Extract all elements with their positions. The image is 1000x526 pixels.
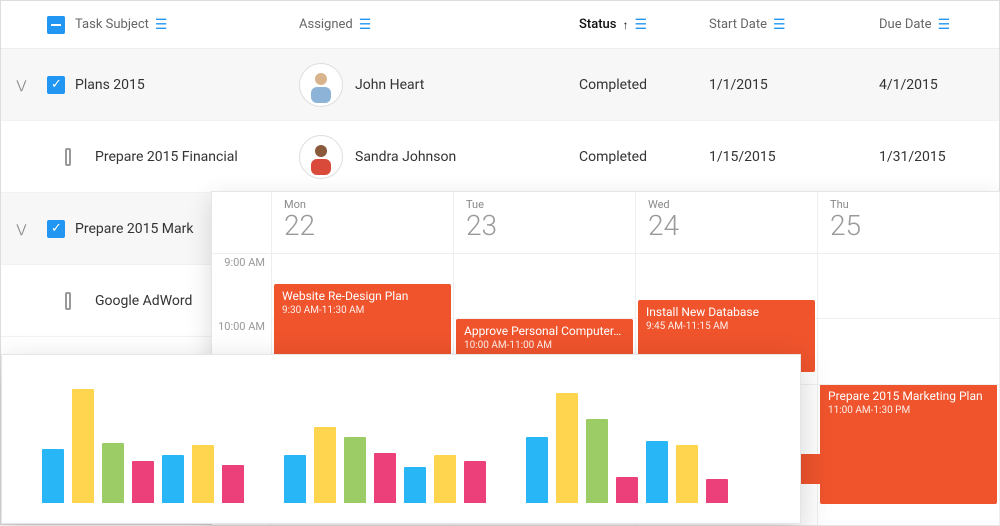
event-title: Prepare 2015 Marketing Plan <box>828 389 989 403</box>
assignee-name: John Heart <box>355 77 424 93</box>
due-date: 1/31/2015 <box>879 149 946 165</box>
chart-bar[interactable] <box>42 449 64 503</box>
chevron-down-icon[interactable]: ⋁ <box>16 222 26 236</box>
chart-bar[interactable] <box>132 461 154 503</box>
col-label: Start Date <box>709 17 767 32</box>
sort-asc-icon: ↑ <box>622 18 628 32</box>
chart-bar[interactable] <box>464 461 486 503</box>
event-title: Install New Database <box>646 305 807 319</box>
chart-bar[interactable] <box>222 465 244 503</box>
chart-bar[interactable] <box>192 445 214 503</box>
col-label: Status <box>579 17 616 32</box>
chart-bar[interactable] <box>586 419 608 503</box>
avatar <box>299 135 343 179</box>
filter-icon[interactable]: ☰ <box>155 18 168 32</box>
chart-bar[interactable] <box>102 443 124 503</box>
event-time: 9:45 AM-11:15 AM <box>646 321 807 332</box>
start-date: 1/1/2015 <box>709 77 768 93</box>
col-label: Assigned <box>299 17 353 32</box>
task-subject: Prepare 2015 Mark <box>75 221 193 237</box>
assignee-name: Sandra Johnson <box>355 149 456 165</box>
avatar <box>299 63 343 107</box>
task-subject: Prepare 2015 Financial <box>95 149 238 165</box>
time-label: 10:00 AM <box>218 320 265 333</box>
chart-bar[interactable] <box>526 437 548 503</box>
row-checkbox[interactable]: ✓ <box>47 220 65 238</box>
chart-bar[interactable] <box>162 455 184 503</box>
day-number: 24 <box>648 211 805 242</box>
chart-bar[interactable] <box>676 445 698 503</box>
col-label: Task Subject <box>75 17 149 32</box>
col-task-subject[interactable]: Task Subject ☰ <box>71 17 299 32</box>
select-all-checkbox[interactable] <box>47 16 65 34</box>
chart-bar-group <box>284 427 486 503</box>
start-date: 1/15/2015 <box>709 149 776 165</box>
row-checkbox[interactable]: ✓ <box>47 76 65 94</box>
table-row[interactable]: ⋁ ✓ Plans 2015 John Heart Completed 1/1/… <box>1 49 999 121</box>
chart-bar[interactable] <box>616 477 638 503</box>
chart-bar-group <box>42 389 244 503</box>
day-number: 23 <box>466 211 623 242</box>
filter-icon[interactable]: ☰ <box>359 18 372 32</box>
grid-header: Task Subject ☰ Assigned ☰ Status ↑ ☰ Sta… <box>1 1 999 49</box>
event-time: 9:30 AM-11:30 AM <box>282 305 443 316</box>
time-label: 9:00 AM <box>224 256 265 269</box>
status-text: Completed <box>579 77 647 93</box>
filter-icon[interactable]: ☰ <box>938 18 951 32</box>
day-column[interactable]: Thu25 Prepare 2015 Marketing Plan 11:00 … <box>818 192 1000 525</box>
chart-bar[interactable] <box>72 389 94 503</box>
table-row[interactable]: Prepare 2015 Financial Sandra Johnson Co… <box>1 121 999 193</box>
col-assigned[interactable]: Assigned ☰ <box>299 17 579 32</box>
col-label: Due Date <box>879 17 932 32</box>
col-start-date[interactable]: Start Date ☰ <box>709 17 879 32</box>
event-time: 10:00 AM-11:00 AM <box>464 340 625 351</box>
chart-bar[interactable] <box>344 437 366 503</box>
task-subject: Plans 2015 <box>75 77 145 93</box>
chart-bar[interactable] <box>434 455 456 503</box>
day-number: 22 <box>284 211 441 242</box>
chart-bar[interactable] <box>404 467 426 503</box>
chart-bar[interactable] <box>556 393 578 503</box>
chart-bar[interactable] <box>284 455 306 503</box>
filter-icon[interactable]: ☰ <box>634 18 647 32</box>
due-date: 4/1/2015 <box>879 77 938 93</box>
chart-plot-area <box>42 379 760 503</box>
chart-bar-group <box>526 393 728 503</box>
day-number: 25 <box>830 211 987 242</box>
event-title: Website Re-Design Plan <box>282 289 443 303</box>
col-due-date[interactable]: Due Date ☰ <box>879 17 999 32</box>
event-time: 11:00 AM-1:30 PM <box>828 405 989 416</box>
filter-icon[interactable]: ☰ <box>773 18 786 32</box>
bar-chart-panel <box>1 354 801 524</box>
col-status[interactable]: Status ↑ ☰ <box>579 17 709 32</box>
chart-bar[interactable] <box>706 479 728 503</box>
chart-bar[interactable] <box>374 453 396 503</box>
calendar-event[interactable]: Website Re-Design Plan 9:30 AM-11:30 AM <box>274 284 451 362</box>
chart-bar[interactable] <box>646 441 668 503</box>
status-text: Completed <box>579 149 647 165</box>
task-subject: Google AdWord <box>95 293 192 309</box>
event-title: Approve Personal Computer… <box>464 324 625 338</box>
chart-bar[interactable] <box>314 427 336 503</box>
calendar-event[interactable]: Prepare 2015 Marketing Plan 11:00 AM-1:3… <box>820 384 997 504</box>
chevron-down-icon[interactable]: ⋁ <box>16 78 26 92</box>
